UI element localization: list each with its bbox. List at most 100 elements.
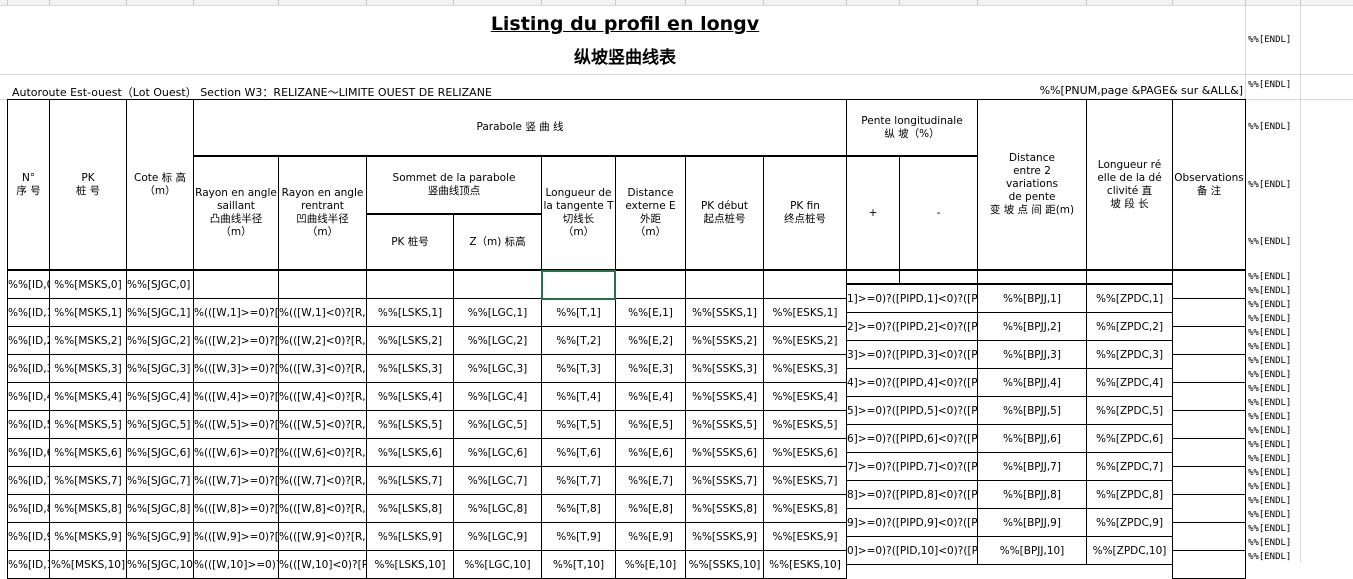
cell-pk[interactable]: %%[MSKS,8] bbox=[49, 494, 127, 523]
cell-pk-fin[interactable]: %%[ESKS,2] bbox=[763, 326, 847, 355]
cell-cote[interactable]: %%[SJGC,4] bbox=[126, 382, 194, 411]
cell-pk-fin[interactable]: %%[ESKS,8] bbox=[763, 494, 847, 523]
cell-empty[interactable] bbox=[366, 270, 454, 299]
cell-pk-sommet[interactable]: %%[LSKS,1] bbox=[366, 298, 454, 327]
cell-longueur-reelle[interactable]: %%[ZPDC,2] bbox=[1086, 312, 1173, 341]
cell-longueur-t[interactable]: %%[T,6] bbox=[541, 438, 616, 467]
cell-id[interactable]: %%[ID,5] bbox=[7, 410, 50, 439]
cell-z-sommet[interactable]: %%[LGC,3] bbox=[453, 354, 542, 383]
cell-longueur-reelle[interactable]: %%[ZPDC,7] bbox=[1086, 452, 1173, 481]
cell-empty[interactable] bbox=[685, 270, 764, 299]
cell-pk-fin[interactable]: %%[ESKS,7] bbox=[763, 466, 847, 495]
cell-empty[interactable] bbox=[453, 270, 542, 299]
cell-pk-sommet[interactable]: %%[LSKS,10] bbox=[366, 550, 454, 579]
cell-pente[interactable]: 2]>=0)?([PIPD,2]<0)?([PPD, bbox=[846, 312, 978, 341]
cell-longueur-t[interactable]: %%[T,10] bbox=[541, 550, 616, 579]
cell-rayon-rentrant[interactable]: %(([W,4]<0)?[R,4 bbox=[278, 382, 367, 411]
cell-observations[interactable] bbox=[1172, 494, 1246, 523]
cell-rayon-saillant[interactable]: %(([W,7]>=0)?[R, bbox=[193, 466, 279, 495]
cell-pk-sommet[interactable]: %%[LSKS,9] bbox=[366, 522, 454, 551]
cell-pk-debut[interactable]: %%[SSKS,7] bbox=[685, 466, 764, 495]
cell-observations[interactable] bbox=[1172, 354, 1246, 383]
cell-rayon-saillant[interactable]: %(([W,3]>=0)?[R, bbox=[193, 354, 279, 383]
cell-distance-e[interactable]: %%[E,4] bbox=[615, 382, 686, 411]
cell-pk[interactable]: %%[MSKS,7] bbox=[49, 466, 127, 495]
cell-distance-variations[interactable]: %%[BPJJ,8] bbox=[977, 480, 1087, 509]
cell-id[interactable]: %%[ID,2] bbox=[7, 326, 50, 355]
cell-pk-fin[interactable]: %%[ESKS,1] bbox=[763, 298, 847, 327]
cell-longueur-t[interactable]: %%[T,4] bbox=[541, 382, 616, 411]
cell-distance-e[interactable]: %%[E,7] bbox=[615, 466, 686, 495]
cell-rayon-rentrant[interactable]: %(([W,2]<0)?[R,2 bbox=[278, 326, 367, 355]
cell-longueur-t[interactable]: %%[T,2] bbox=[541, 326, 616, 355]
cell-rayon-saillant[interactable]: %(([W,1]>=0)?[R, bbox=[193, 298, 279, 327]
cell-empty[interactable] bbox=[763, 270, 847, 299]
cell-pk-debut[interactable]: %%[SSKS,6] bbox=[685, 438, 764, 467]
cell-pk-debut[interactable]: %%[SSKS,9] bbox=[685, 522, 764, 551]
cell-cote[interactable]: %%[SJGC,7] bbox=[126, 466, 194, 495]
cell-pk-debut[interactable]: %%[SSKS,3] bbox=[685, 354, 764, 383]
cell-cote[interactable]: %%[SJGC,2] bbox=[126, 326, 194, 355]
cell-rayon-saillant[interactable]: %(([W,2]>=0)?[R, bbox=[193, 326, 279, 355]
selected-cell[interactable] bbox=[541, 270, 616, 300]
cell-pente[interactable]: 0]>=0)?([PID,10]<0)?([PPD, bbox=[846, 536, 978, 565]
cell-pente[interactable]: 5]>=0)?([PIPD,5]<0)?([PPD, bbox=[846, 396, 978, 425]
cell-pente[interactable]: 4]>=0)?([PIPD,4]<0)?([PPD, bbox=[846, 368, 978, 397]
cell-pk-sommet[interactable]: %%[LSKS,5] bbox=[366, 410, 454, 439]
cell-rayon-saillant[interactable]: %(([W,6]>=0)?[R, bbox=[193, 438, 279, 467]
cell-z-sommet[interactable]: %%[LGC,6] bbox=[453, 438, 542, 467]
cell-rayon-saillant[interactable]: %(([W,10]>=0)?[R, bbox=[193, 550, 279, 579]
cell-pk-debut[interactable]: %%[SSKS,1] bbox=[685, 298, 764, 327]
cell-pk[interactable]: %%[MSKS,9] bbox=[49, 522, 127, 551]
cell-id[interactable]: %%[ID,10] bbox=[7, 550, 50, 579]
cell-z-sommet[interactable]: %%[LGC,5] bbox=[453, 410, 542, 439]
cell-pk-sommet[interactable]: %%[LSKS,7] bbox=[366, 466, 454, 495]
cell-rayon-saillant[interactable]: %(([W,8]>=0)?[R, bbox=[193, 494, 279, 523]
cell-distance-variations[interactable]: %%[BPJJ,5] bbox=[977, 396, 1087, 425]
cell-rayon-rentrant[interactable]: %(([W,8]<0)?[R,8 bbox=[278, 494, 367, 523]
cell-observations[interactable] bbox=[1172, 522, 1246, 551]
cell-id[interactable]: %%[ID,1] bbox=[7, 298, 50, 327]
cell-rayon-rentrant[interactable]: %(([W,3]<0)?[R,3 bbox=[278, 354, 367, 383]
cell-pk[interactable]: %%[MSKS,6] bbox=[49, 438, 127, 467]
cell-id[interactable]: %%[ID,8] bbox=[7, 494, 50, 523]
cell-pente[interactable]: 6]>=0)?([PIPD,6]<0)?([PPD, bbox=[846, 424, 978, 453]
cell-pk-sommet[interactable]: %%[LSKS,6] bbox=[366, 438, 454, 467]
cell-id[interactable]: %%[ID,9] bbox=[7, 522, 50, 551]
cell-z-sommet[interactable]: %%[LGC,4] bbox=[453, 382, 542, 411]
cell-empty[interactable] bbox=[615, 270, 686, 299]
cell-pk[interactable]: %%[MSKS,1] bbox=[49, 298, 127, 327]
cell-pk[interactable]: %%[MSKS,4] bbox=[49, 382, 127, 411]
cell-pk-sommet[interactable]: %%[LSKS,2] bbox=[366, 326, 454, 355]
cell-pk[interactable]: %%[MSKS,2] bbox=[49, 326, 127, 355]
cell-empty[interactable] bbox=[1172, 270, 1246, 299]
cell-longueur-reelle[interactable]: %%[ZPDC,10] bbox=[1086, 536, 1173, 565]
cell-rayon-saillant[interactable]: %(([W,5]>=0)?[R, bbox=[193, 410, 279, 439]
cell-pk-fin[interactable]: %%[ESKS,5] bbox=[763, 410, 847, 439]
cell-cote[interactable]: %%[SJGC,10] bbox=[126, 550, 194, 579]
cell-cote[interactable]: %%[SJGC,3] bbox=[126, 354, 194, 383]
cell-distance-variations[interactable]: %%[BPJJ,4] bbox=[977, 368, 1087, 397]
cell-pente[interactable]: 1]>=0)?([PIPD,1]<0)?([PPD, bbox=[846, 284, 978, 313]
cell-empty[interactable] bbox=[846, 270, 900, 284]
cell-id[interactable]: %%[ID,7] bbox=[7, 466, 50, 495]
cell-pk-debut[interactable]: %%[SSKS,4] bbox=[685, 382, 764, 411]
cell-cote[interactable]: %%[SJGC,6] bbox=[126, 438, 194, 467]
cell-longueur-t[interactable]: %%[T,5] bbox=[541, 410, 616, 439]
cell-distance-variations[interactable]: %%[BPJJ,6] bbox=[977, 424, 1087, 453]
cell-distance-variations[interactable]: %%[BPJJ,7] bbox=[977, 452, 1087, 481]
cell-id[interactable]: %%[ID,3] bbox=[7, 354, 50, 383]
cell-distance-variations[interactable]: %%[BPJJ,1] bbox=[977, 284, 1087, 313]
cell-distance-e[interactable]: %%[E,2] bbox=[615, 326, 686, 355]
cell-longueur-reelle[interactable]: %%[ZPDC,1] bbox=[1086, 284, 1173, 313]
cell-cote[interactable]: %%[SJGC,0] bbox=[126, 270, 194, 299]
cell-rayon-rentrant[interactable]: %(([W,10]<0)?[R,1 bbox=[278, 550, 367, 579]
cell-pente[interactable]: 7]>=0)?([PIPD,7]<0)?([PPD, bbox=[846, 452, 978, 481]
cell-cote[interactable]: %%[SJGC,9] bbox=[126, 522, 194, 551]
cell-distance-e[interactable]: %%[E,10] bbox=[615, 550, 686, 579]
cell-cote[interactable]: %%[SJGC,8] bbox=[126, 494, 194, 523]
cell-z-sommet[interactable]: %%[LGC,7] bbox=[453, 466, 542, 495]
cell-pk-fin[interactable]: %%[ESKS,10] bbox=[763, 550, 847, 579]
cell-longueur-t[interactable]: %%[T,8] bbox=[541, 494, 616, 523]
cell-rayon-rentrant[interactable]: %(([W,6]<0)?[R,6 bbox=[278, 438, 367, 467]
